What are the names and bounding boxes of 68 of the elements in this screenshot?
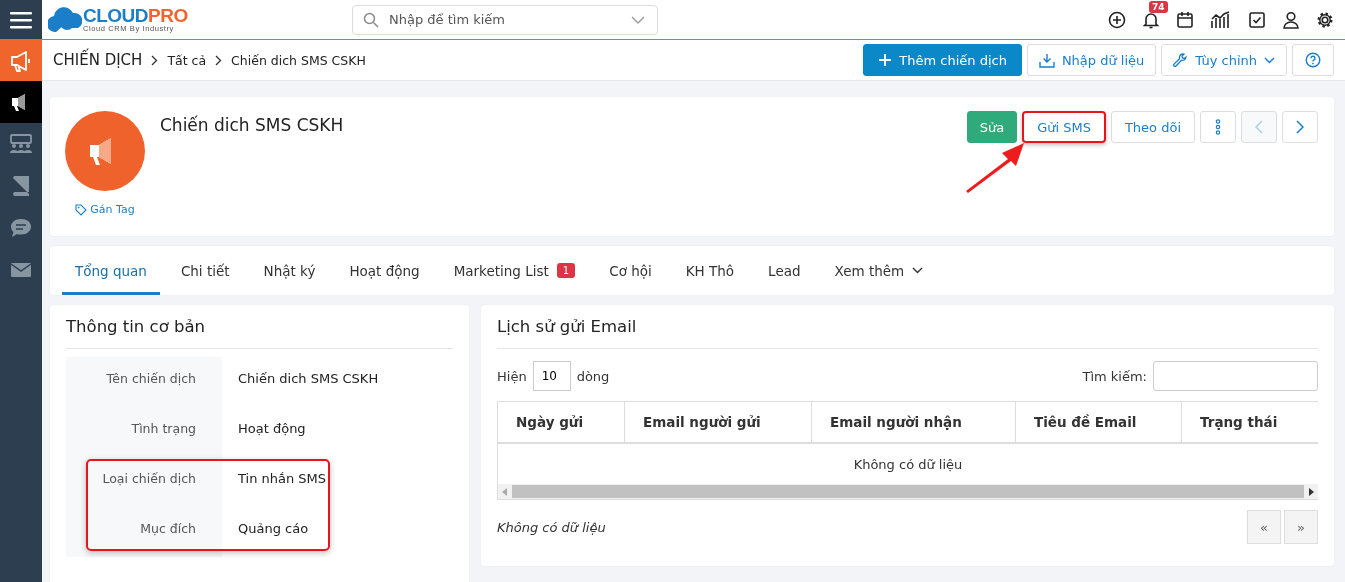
empty-message: Không có dữ liệu: [852, 455, 964, 474]
wrench-icon: [1173, 52, 1189, 68]
rows-label: dòng: [576, 368, 610, 384]
field-value: Quảng cáo: [237, 520, 309, 538]
search-field[interactable]: Nhập để tìm kiếm: [352, 4, 658, 35]
download-icon: [1038, 52, 1055, 68]
tab[interactable]: Marketing List 1: [440, 246, 589, 295]
chevron-left-icon: [1255, 120, 1263, 134]
cloud-icon: [48, 5, 82, 34]
breadcrumb-item[interactable]: Chiến dich SMS CSKH: [231, 52, 366, 68]
chevron-down-icon: [631, 15, 645, 24]
search-label: Tìm kiếm:: [1082, 368, 1147, 384]
field-value: Hoạt động: [237, 420, 306, 438]
column-header[interactable]: Tiêu đề Email: [1016, 402, 1182, 442]
tag-icon: [75, 203, 88, 216]
chevron-right-icon: [151, 54, 159, 66]
tab[interactable]: KH Thô: [672, 246, 748, 295]
horizontal-scrollbar[interactable]: [498, 484, 1318, 500]
table-search-field[interactable]: [1153, 361, 1318, 391]
field-label: Loại chiến dịch: [66, 457, 222, 507]
tab[interactable]: Cơ hội: [596, 246, 665, 295]
field-value: Chiến dich SMS CSKH: [237, 370, 379, 388]
action-button[interactable]: Gửi SMS: [1022, 111, 1106, 143]
table-info: Không có dữ liệu: [497, 519, 606, 535]
pagination-button[interactable]: «: [1247, 510, 1281, 544]
tab[interactable]: Lead: [755, 246, 814, 295]
column-header[interactable]: Trạng thái: [1182, 402, 1318, 442]
customize-button[interactable]: Tùy chỉnh: [1161, 44, 1287, 76]
record-title: Chiến dich SMS CSKH: [160, 115, 344, 135]
notification-count: 74: [1149, 0, 1168, 13]
caret-icon: [912, 267, 924, 274]
scroll-right-icon[interactable]: [1308, 487, 1314, 496]
section-title: Lịch sử gửi Email: [497, 317, 1318, 349]
action-button[interactable]: Theo dõi: [1110, 111, 1195, 143]
column-header[interactable]: Ngày gửi: [498, 402, 625, 442]
help-icon: [1305, 52, 1321, 68]
tab[interactable]: Chi tiết: [167, 246, 243, 295]
pagination-button[interactable]: »: [1284, 510, 1318, 544]
tag-link[interactable]: Gán Tag: [75, 203, 135, 216]
help-button[interactable]: [1292, 44, 1334, 76]
field-label: Tình trạng: [66, 407, 222, 457]
plus-icon: [878, 53, 893, 67]
more-button[interactable]: [1200, 111, 1236, 143]
menu-button[interactable]: [0, 0, 42, 39]
field-label: Mục đích: [66, 507, 222, 557]
caret-icon: [1264, 56, 1275, 64]
column-header[interactable]: Email người gửi: [625, 402, 812, 442]
count-badge: 1: [556, 263, 576, 278]
section-title: Thông tin cơ bản: [66, 317, 453, 349]
menu-icon: [10, 10, 32, 29]
show-label: Hiện: [497, 368, 527, 384]
tab[interactable]: Nhật ký: [250, 246, 329, 295]
page-size-field[interactable]: 10: [532, 361, 571, 391]
tab[interactable]: Xem thêm: [821, 246, 937, 295]
field-label: Tên chiến dịch: [66, 357, 222, 407]
megaphone-icon[interactable]: [0, 81, 42, 123]
chevron-right-icon: [1296, 120, 1304, 134]
pointer-arrow: [964, 141, 1027, 193]
breadcrumb-item[interactable]: Tất cả: [167, 52, 207, 68]
dots-icon: [1215, 119, 1221, 135]
add-campaign-button[interactable]: Thêm chiến dịch: [863, 44, 1022, 76]
field-value: Tin nhắn SMS: [237, 470, 327, 488]
chevron-right-icon: [215, 54, 223, 66]
import-button[interactable]: Nhập dữ liệu: [1026, 44, 1157, 76]
tab[interactable]: Tổng quan: [62, 246, 160, 295]
search-icon: [363, 11, 379, 28]
tab[interactable]: Hoạt động: [336, 246, 433, 295]
column-header[interactable]: Email người nhận: [812, 402, 1016, 442]
